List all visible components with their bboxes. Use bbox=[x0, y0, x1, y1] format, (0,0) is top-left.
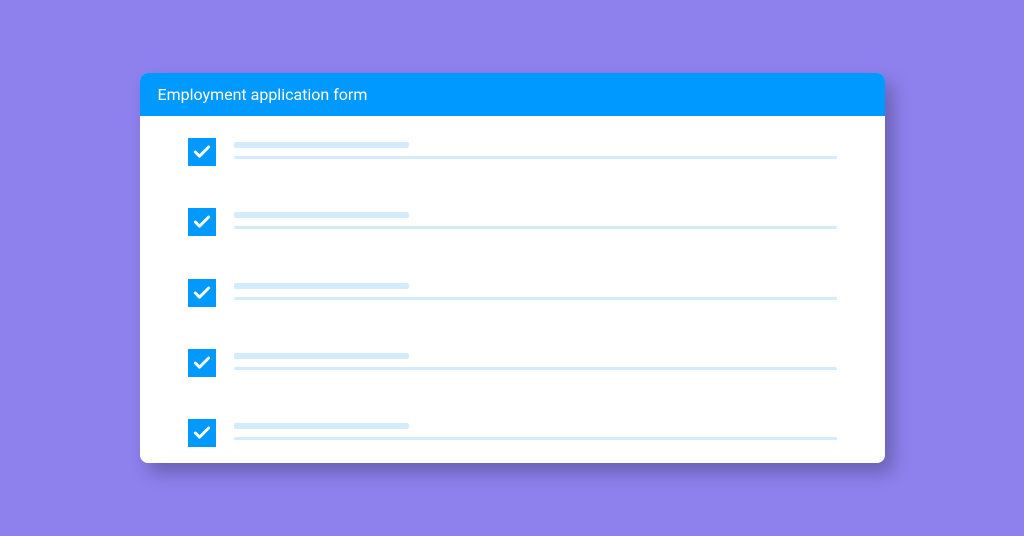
checkbox[interactable] bbox=[188, 349, 216, 377]
check-icon bbox=[192, 212, 212, 232]
item-text-placeholder bbox=[234, 208, 837, 229]
placeholder-line-short bbox=[234, 353, 409, 359]
placeholder-line-long bbox=[234, 297, 837, 300]
placeholder-line-short bbox=[234, 423, 409, 429]
list-item bbox=[188, 279, 837, 307]
check-icon bbox=[192, 353, 212, 373]
item-text-placeholder bbox=[234, 349, 837, 370]
placeholder-line-short bbox=[234, 283, 409, 289]
card-header: Employment application form bbox=[140, 73, 885, 116]
form-card: Employment application form bbox=[140, 73, 885, 463]
checkbox[interactable] bbox=[188, 138, 216, 166]
list-item bbox=[188, 208, 837, 236]
checkbox[interactable] bbox=[188, 419, 216, 447]
list-item bbox=[188, 138, 837, 166]
list-item bbox=[188, 349, 837, 377]
placeholder-line-long bbox=[234, 226, 837, 229]
placeholder-line-long bbox=[234, 367, 837, 370]
item-text-placeholder bbox=[234, 419, 837, 440]
placeholder-line-short bbox=[234, 142, 409, 148]
checkbox[interactable] bbox=[188, 208, 216, 236]
card-title: Employment application form bbox=[158, 85, 368, 104]
check-icon bbox=[192, 142, 212, 162]
item-text-placeholder bbox=[234, 279, 837, 300]
card-body bbox=[140, 116, 885, 463]
placeholder-line-long bbox=[234, 156, 837, 159]
check-icon bbox=[192, 283, 212, 303]
list-item bbox=[188, 419, 837, 447]
checkbox[interactable] bbox=[188, 279, 216, 307]
check-icon bbox=[192, 423, 212, 443]
placeholder-line-short bbox=[234, 212, 409, 218]
item-text-placeholder bbox=[234, 138, 837, 159]
placeholder-line-long bbox=[234, 437, 837, 440]
